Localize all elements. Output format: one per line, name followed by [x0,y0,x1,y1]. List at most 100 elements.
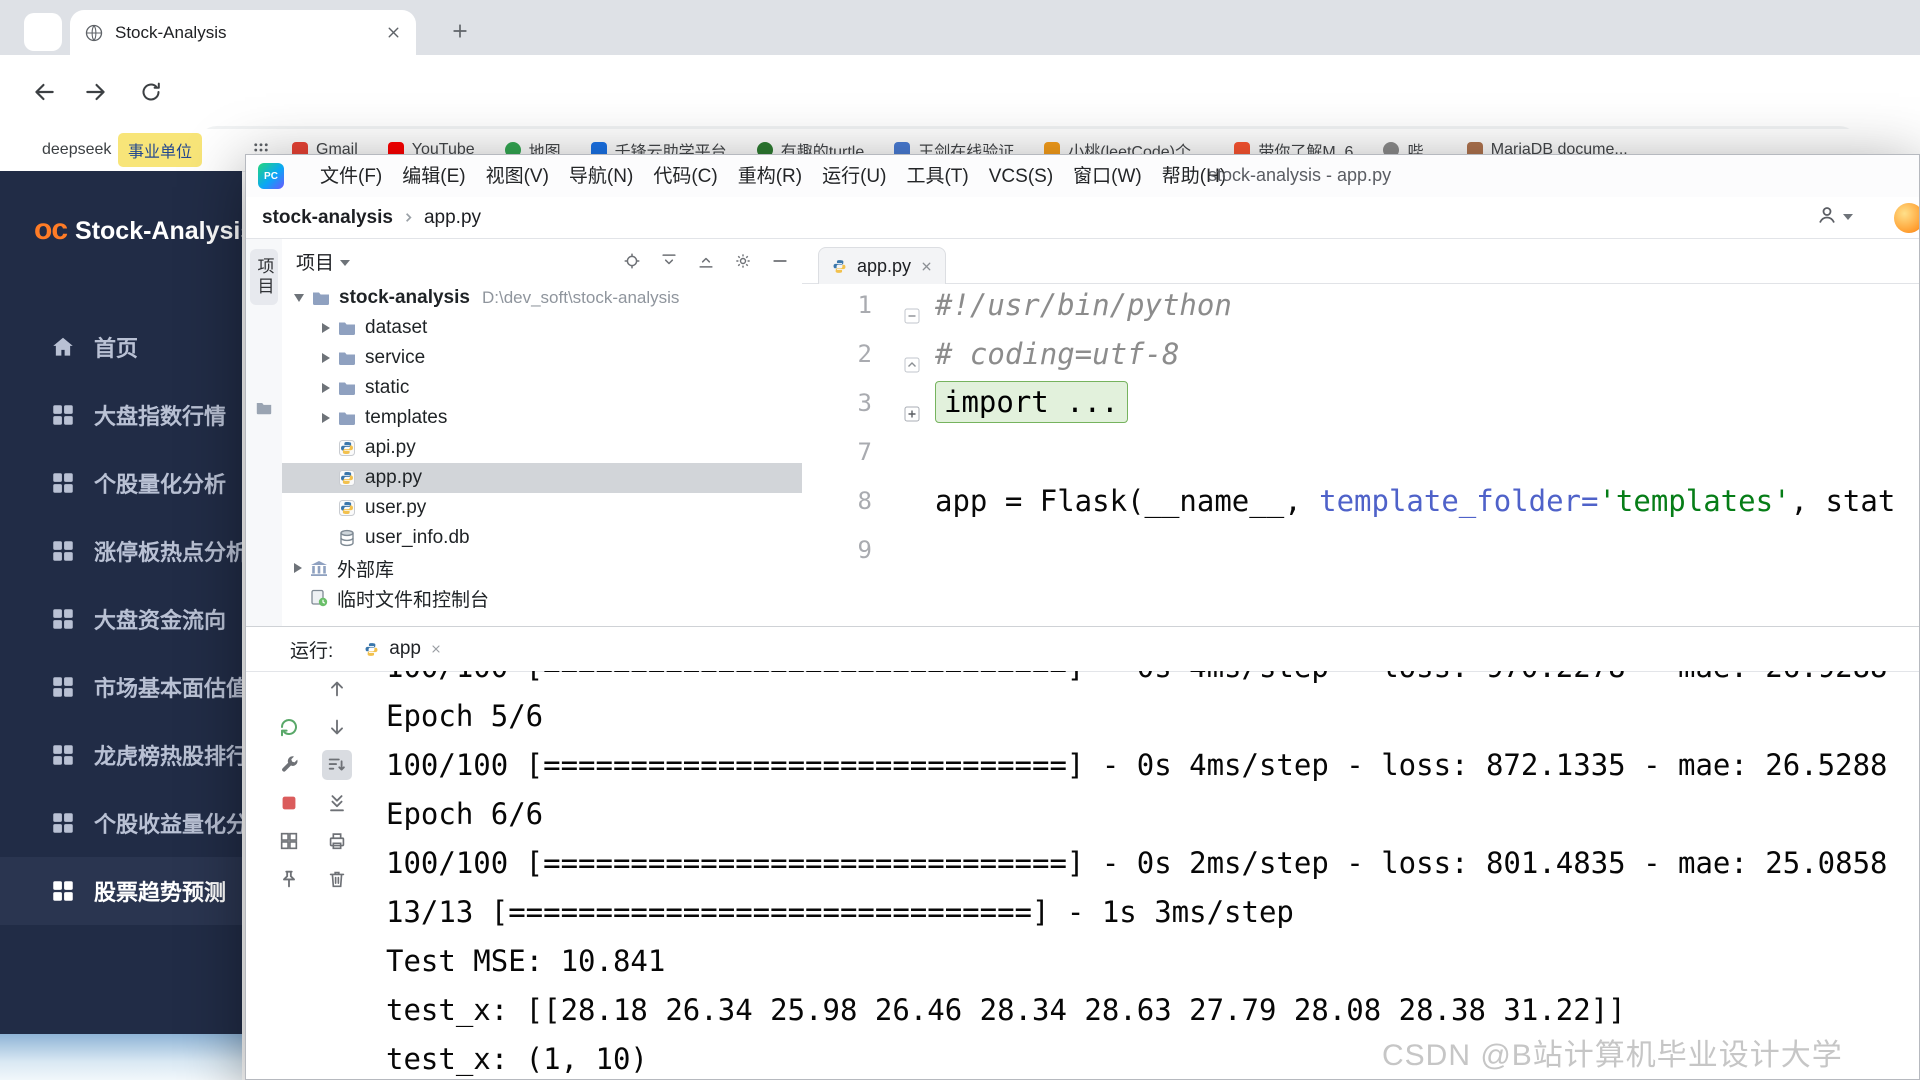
run-tab-app[interactable]: app [363,638,442,660]
tool-window-tab-project[interactable]: 项目 [250,249,278,305]
tree-item-static[interactable]: static [282,373,802,403]
bookmark-highlighted[interactable]: 事业单位 [118,129,202,171]
menu-vcs[interactable]: VCS(S) [979,156,1063,197]
folder-icon[interactable] [255,399,273,422]
console-line: Epoch 6/6 [386,790,543,839]
sidebar-item-dragon-tiger-rank[interactable]: 龙虎榜热股排行 [0,721,242,789]
chevron-collapsed-icon[interactable] [294,563,302,573]
sidebar-item-stock-return-quant[interactable]: 个股收益量化分析 [0,789,242,857]
tab-search-chip[interactable] [24,13,62,51]
tree-item-root[interactable]: stock-analysis D:\dev_soft\stock-analysi… [282,283,802,313]
sidebar-item-market-index[interactable]: 大盘指数行情 [0,381,242,449]
webapp-logo[interactable]: oc Stock-Analysis [34,213,242,247]
chevron-collapsed-icon[interactable] [322,413,330,423]
pin-icon[interactable] [274,864,304,894]
new-tab-button[interactable] [443,14,477,48]
folded-imports-region[interactable]: import ... [935,381,1128,423]
tree-item-app-py[interactable]: app.py [282,463,802,493]
user-menu[interactable] [1815,203,1853,227]
grid-icon [50,674,76,700]
back-button[interactable] [24,72,64,112]
forward-button[interactable] [76,72,116,112]
menu-tools[interactable]: 工具(T) [896,156,978,197]
menu-file[interactable]: 文件(F) [310,156,392,197]
tree-item-service[interactable]: service [282,343,802,373]
menu-refactor[interactable]: 重构(R) [728,156,812,197]
sidebar-item-capital-flow[interactable]: 大盘资金流向 [0,585,242,653]
menu-code[interactable]: 代码(C) [643,156,727,197]
settings-wrench-icon[interactable] [274,750,304,780]
code-line: 9 [802,526,1920,575]
stop-button[interactable] [274,788,304,818]
browser-tab-strip: Stock-Analysis [0,0,1920,55]
window-title: stock-analysis - app.py [1208,155,1391,196]
grid-icon [50,742,76,768]
chevron-right-icon [401,210,416,225]
chevron-collapsed-icon[interactable] [322,353,330,363]
console-line: 13/13 [==============================] -… [386,888,1294,937]
menu-navigate[interactable]: 导航(N) [559,156,643,197]
sidebar-item-stock-trend-predict[interactable]: 股票趋势预测 [0,857,242,925]
menu-view[interactable]: 视图(V) [476,156,559,197]
refresh-button[interactable] [131,72,171,112]
project-panel: 项目 stock-analysis D:\dev_soft\stock-anal… [282,239,803,626]
folder-icon [337,378,357,398]
filter-sort-icon[interactable] [322,750,352,780]
expand-all-icon[interactable] [659,251,679,271]
console-line: test_x: [[28.18 26.34 25.98 26.46 28.34 … [386,986,1626,1035]
tree-item-templates[interactable]: templates [282,403,802,433]
clear-trash-icon[interactable] [322,864,352,894]
menu-run[interactable]: 运行(U) [812,156,896,197]
tab-close-icon[interactable] [920,260,933,273]
library-icon [309,558,329,578]
tree-item-user-info-db[interactable]: user_info.db [282,523,802,553]
grid-icon [50,878,76,904]
tab-favicon-globe-icon [84,23,104,43]
grid-icon [50,810,76,836]
tree-item-dataset[interactable]: dataset [282,313,802,343]
rerun-button[interactable] [274,712,304,742]
avatar[interactable] [1894,203,1920,233]
sidebar-item-stock-quant[interactable]: 个股量化分析 [0,449,242,517]
pycharm-window: PC 文件(F) 编辑(E) 视图(V) 导航(N) 代码(C) 重构(R) 运… [245,154,1920,1080]
pycharm-logo[interactable]: PC [258,163,284,189]
collapse-all-icon[interactable] [696,251,716,271]
settings-gear-icon[interactable] [733,251,753,271]
python-file-icon [337,438,357,458]
breadcrumb-root[interactable]: stock-analysis [262,207,393,229]
tree-item-api-py[interactable]: api.py [282,433,802,463]
breadcrumb-file[interactable]: app.py [424,207,481,229]
bookmark-deepseek[interactable]: deepseek [42,129,111,171]
tree-item-external-libraries[interactable]: 外部库 [282,553,802,583]
tree-item-user-py[interactable]: user.py [282,493,802,523]
screen: Stock-Analysis 127.0.0.1:5000/stock_pred… [0,0,1920,1080]
chevron-collapsed-icon[interactable] [322,323,330,333]
console-line: Epoch 5/6 [386,692,543,741]
editor: app.py 1 #!/usr/bin/python 2 # coding=ut… [802,239,1920,626]
code-line: 3 import ... [802,379,1920,428]
menu-edit[interactable]: 编辑(E) [392,156,475,197]
sidebar-item-limitup-hotspots[interactable]: 涨停板热点分析 [0,517,242,585]
tree-item-scratches-and-consoles[interactable]: 临时文件和控制台 [282,583,802,613]
chevron-expanded-icon[interactable] [294,294,304,302]
code-line: 1 #!/usr/bin/python [802,281,1920,330]
sidebar-item-fundamental-valuation[interactable]: 市场基本面估值 [0,653,242,721]
project-panel-title[interactable]: 项目 [296,248,334,275]
locate-file-icon[interactable] [622,251,642,271]
print-icon[interactable] [322,826,352,856]
tab-close-icon[interactable] [385,24,402,41]
scroll-down-icon[interactable] [322,712,352,742]
layout-grid-icon[interactable] [274,826,304,856]
editor-tab-app-py[interactable]: app.py [818,247,946,284]
run-panel-header: 运行: app [246,627,1919,672]
chevron-down-icon [1843,214,1853,220]
browser-tab[interactable]: Stock-Analysis [70,10,416,55]
scroll-up-icon[interactable] [322,674,352,704]
sidebar-item-home[interactable]: 首页 [0,313,242,381]
menu-window[interactable]: 窗口(W) [1063,156,1152,197]
hide-panel-icon[interactable] [770,251,790,271]
chevron-collapsed-icon[interactable] [322,383,330,393]
grid-icon [50,606,76,632]
scroll-to-end-icon[interactable] [322,788,352,818]
tab-close-icon[interactable] [430,643,442,655]
